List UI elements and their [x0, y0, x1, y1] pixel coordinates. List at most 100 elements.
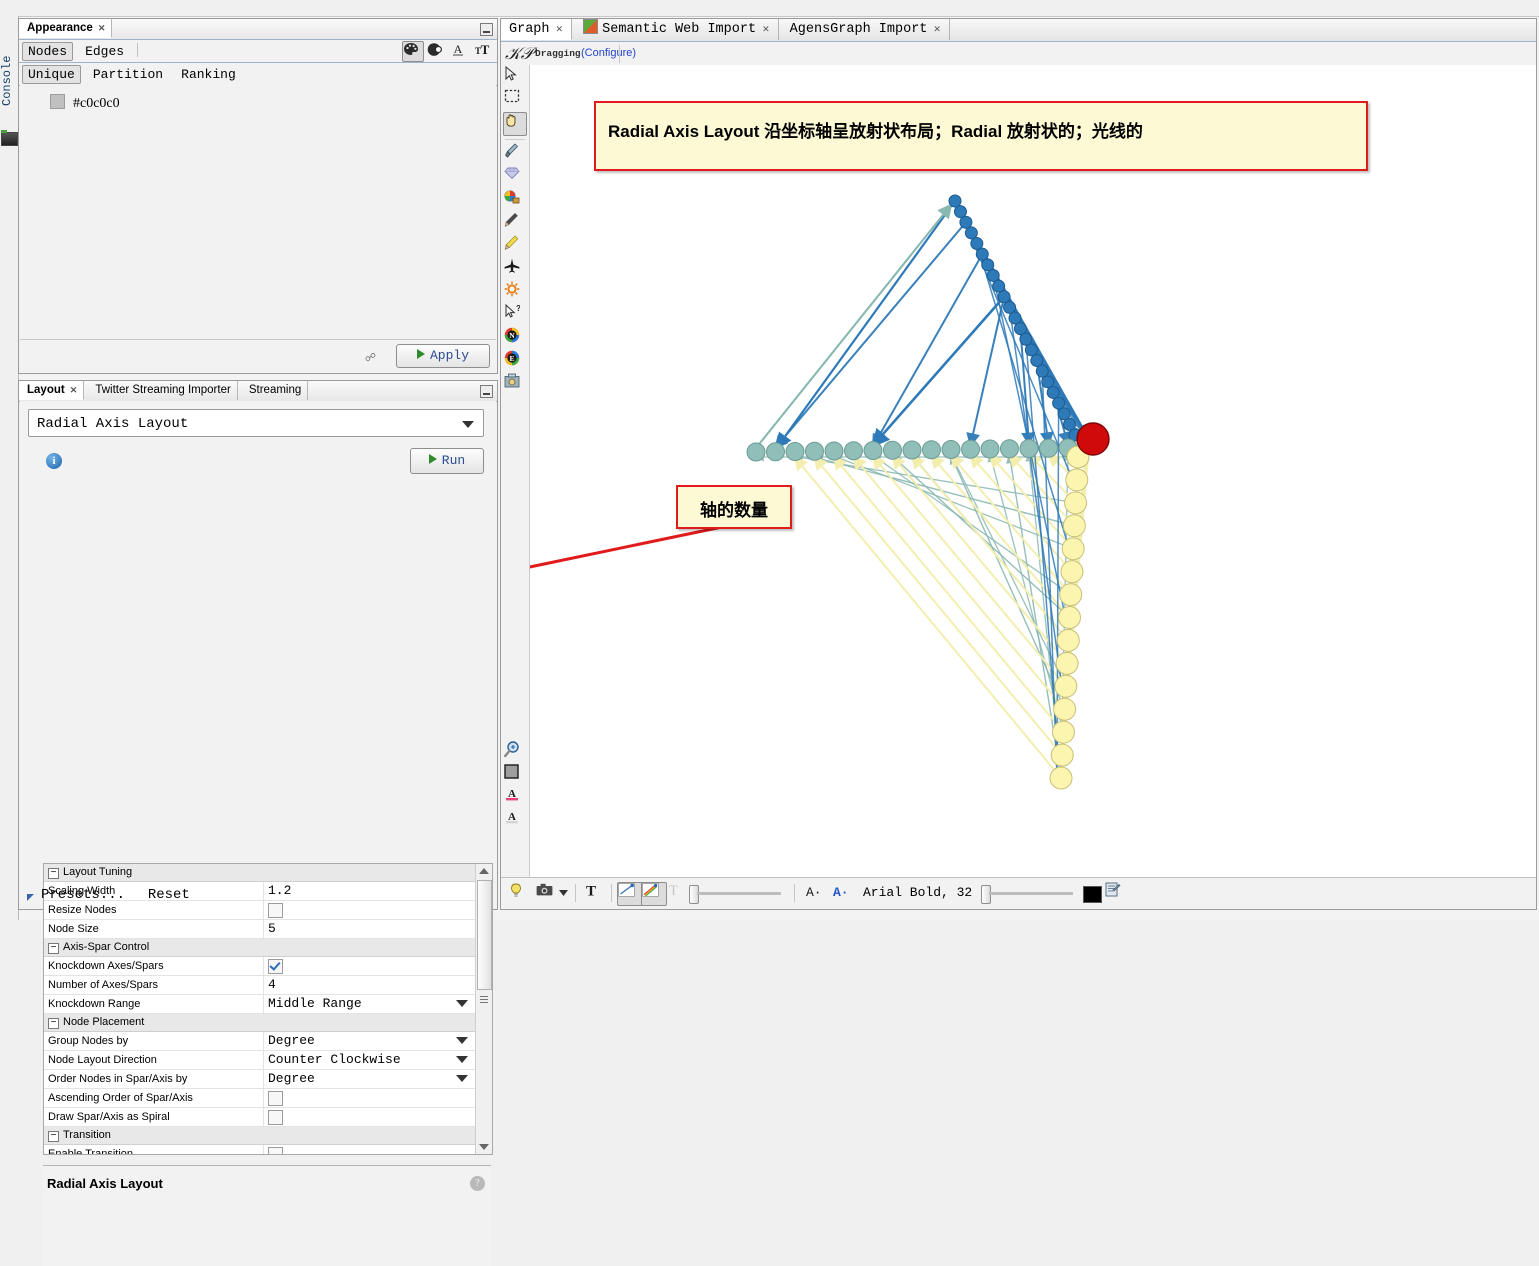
close-icon[interactable]: ✕ [556, 24, 564, 34]
label-font-size-slider[interactable] [989, 892, 1073, 895]
property-group[interactable]: − Node Placement [44, 1014, 476, 1032]
graph-node[interactable] [1060, 560, 1084, 584]
graph-visualization[interactable] [530, 65, 1536, 877]
run-button[interactable]: Run [410, 448, 484, 474]
property-text-field[interactable]: 5 [264, 920, 476, 938]
graph-node[interactable] [1052, 396, 1066, 410]
graph-node[interactable] [948, 194, 962, 208]
property-checkbox[interactable] [264, 957, 476, 975]
graph-node[interactable] [902, 440, 922, 460]
graph-node[interactable] [970, 237, 984, 251]
graph-node[interactable] [1046, 385, 1060, 399]
layout-select[interactable]: Radial Axis Layout [28, 409, 484, 437]
property-checkbox[interactable] [264, 901, 476, 919]
property-combo[interactable]: Middle Range [264, 995, 476, 1013]
info-icon[interactable]: i [46, 453, 62, 469]
tab-edges[interactable]: Edges [79, 42, 130, 61]
graph-node[interactable] [981, 258, 995, 272]
graph-node[interactable] [1024, 343, 1038, 357]
graph-node[interactable] [964, 226, 978, 240]
graph-node[interactable] [1013, 322, 1027, 336]
reset-button[interactable]: Reset [148, 887, 190, 903]
graph-node[interactable] [1019, 439, 1039, 458]
circle-e-icon[interactable]: E [504, 350, 526, 372]
minimize-icon[interactable] [480, 385, 493, 398]
pencil-node-icon[interactable] [504, 212, 526, 234]
label-a-gray-icon[interactable]: A [504, 810, 526, 832]
graph-node[interactable] [1051, 720, 1075, 744]
close-icon[interactable]: ✕ [98, 23, 106, 33]
graph-node[interactable] [1030, 354, 1044, 368]
tab-ranking[interactable]: Ranking [175, 65, 242, 84]
graph-node[interactable] [1057, 407, 1071, 421]
graph-node[interactable] [1053, 697, 1077, 721]
graph-node[interactable] [785, 442, 805, 461]
highlighter-edge-icon[interactable] [504, 235, 526, 257]
graph-node[interactable] [1063, 417, 1077, 431]
tab-agensgraph-import[interactable]: AgensGraph Import ✕ [782, 19, 950, 40]
label-color-icon[interactable]: A [450, 42, 470, 61]
scrollbar-thumb[interactable] [477, 880, 492, 990]
close-icon[interactable]: ✕ [70, 385, 78, 395]
property-text-field[interactable]: 4 [264, 976, 476, 994]
tab-twitter-streaming-importer[interactable]: Twitter Streaming Importer [87, 381, 238, 400]
resize-handle[interactable] [27, 894, 34, 901]
label-color-swatch[interactable] [1083, 886, 1102, 903]
apply-button[interactable]: Apply [396, 344, 490, 368]
graph-node[interactable] [883, 440, 902, 460]
brush-painter-icon[interactable] [504, 143, 526, 165]
graph-node[interactable] [997, 290, 1011, 304]
gray-square-background-icon[interactable] [504, 764, 526, 786]
edge-straight-icon[interactable] [617, 882, 643, 906]
chain-link-icon[interactable]: ☍ [365, 351, 376, 364]
property-checkbox[interactable] [264, 1108, 476, 1126]
tab-unique[interactable]: Unique [22, 65, 81, 84]
graph-node[interactable] [1058, 606, 1081, 629]
graph-node[interactable] [922, 440, 941, 460]
graph-node[interactable] [1008, 311, 1022, 325]
collapse-icon[interactable]: − [48, 1131, 59, 1142]
diamond-shortest-path-icon[interactable] [504, 166, 526, 188]
property-combo[interactable]: Degree [264, 1032, 476, 1050]
font-label[interactable]: Arial Bold, 32 [863, 885, 972, 900]
property-checkbox[interactable] [264, 1145, 476, 1154]
property-text-field[interactable]: 1.2 [264, 882, 476, 900]
configure-link[interactable]: (Configure) [581, 47, 636, 59]
color-swatch[interactable] [50, 94, 65, 109]
camera-screenshot-icon[interactable] [535, 882, 561, 906]
circle-n-icon[interactable]: N [504, 327, 526, 349]
console-tab-label[interactable]: Console [0, 36, 18, 126]
question-mark-icon[interactable]: ? [470, 1176, 485, 1191]
graph-node[interactable] [1055, 651, 1079, 675]
graph-node[interactable] [1056, 628, 1080, 652]
tab-partition[interactable]: Partition [87, 65, 169, 84]
graph-node[interactable] [959, 215, 973, 229]
property-checkbox[interactable] [264, 1089, 476, 1107]
graph-node[interactable] [1039, 438, 1058, 458]
node-labels-bold-t-icon[interactable]: T [583, 882, 609, 906]
close-icon[interactable]: ✕ [762, 24, 770, 34]
property-group[interactable]: − Axis-Spar Control [44, 939, 476, 957]
minimize-icon[interactable] [480, 23, 493, 36]
checkbox-icon[interactable] [268, 1110, 283, 1125]
cursor-help-icon[interactable]: ? [504, 304, 526, 326]
graph-node[interactable] [953, 205, 967, 219]
label-attributes-icon[interactable] [1105, 882, 1127, 904]
graph-node[interactable] [941, 440, 961, 459]
close-icon[interactable]: ✕ [933, 24, 941, 34]
tab-streaming[interactable]: Streaming [241, 381, 309, 400]
property-group[interactable]: − Layout Tuning [44, 864, 476, 882]
color-palette-node-icon[interactable] [504, 189, 526, 211]
graph-node[interactable] [1062, 514, 1086, 538]
lightbulb-icon[interactable] [509, 882, 533, 906]
scroll-down-icon[interactable] [479, 1144, 489, 1150]
tab-layout[interactable]: Layout ✕ [19, 381, 85, 400]
checkbox-icon[interactable] [268, 1091, 283, 1106]
tab-semantic-web-import[interactable]: Semantic Web Import ✕ [575, 19, 779, 40]
presets-button[interactable]: Presets... [41, 887, 125, 903]
properties-scrollbar[interactable] [475, 864, 492, 1154]
graph-node[interactable] [1035, 364, 1049, 378]
airplane-edge-icon[interactable] [504, 258, 526, 280]
checkbox-icon[interactable] [268, 903, 283, 918]
camera-dropdown-arrow-icon[interactable] [559, 882, 571, 904]
